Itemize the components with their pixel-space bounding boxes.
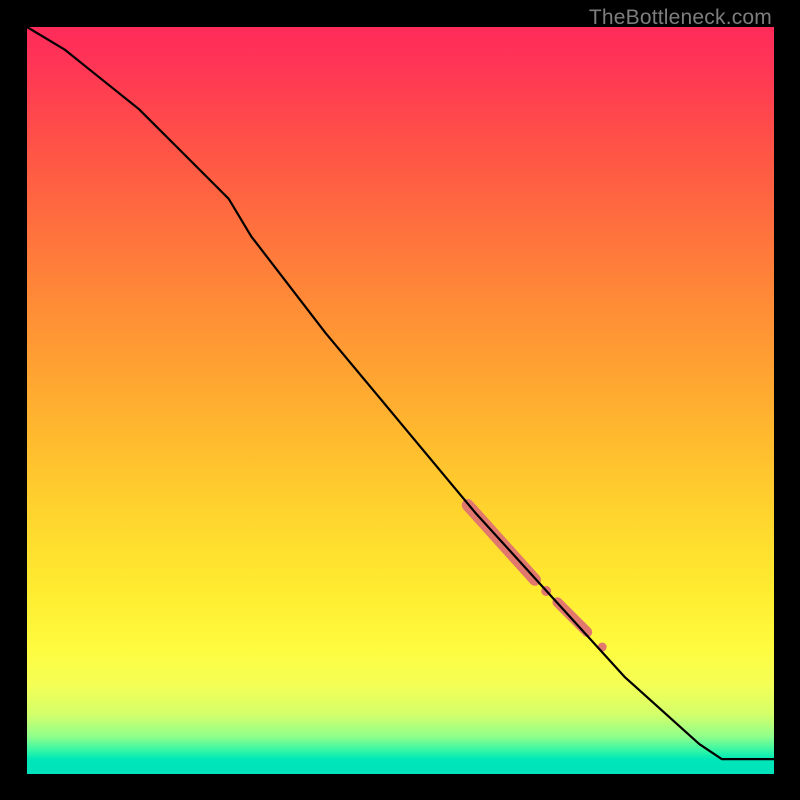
curve-line [27, 27, 774, 759]
chart-stage: TheBottleneck.com [0, 0, 800, 800]
chart-overlay [27, 27, 774, 774]
